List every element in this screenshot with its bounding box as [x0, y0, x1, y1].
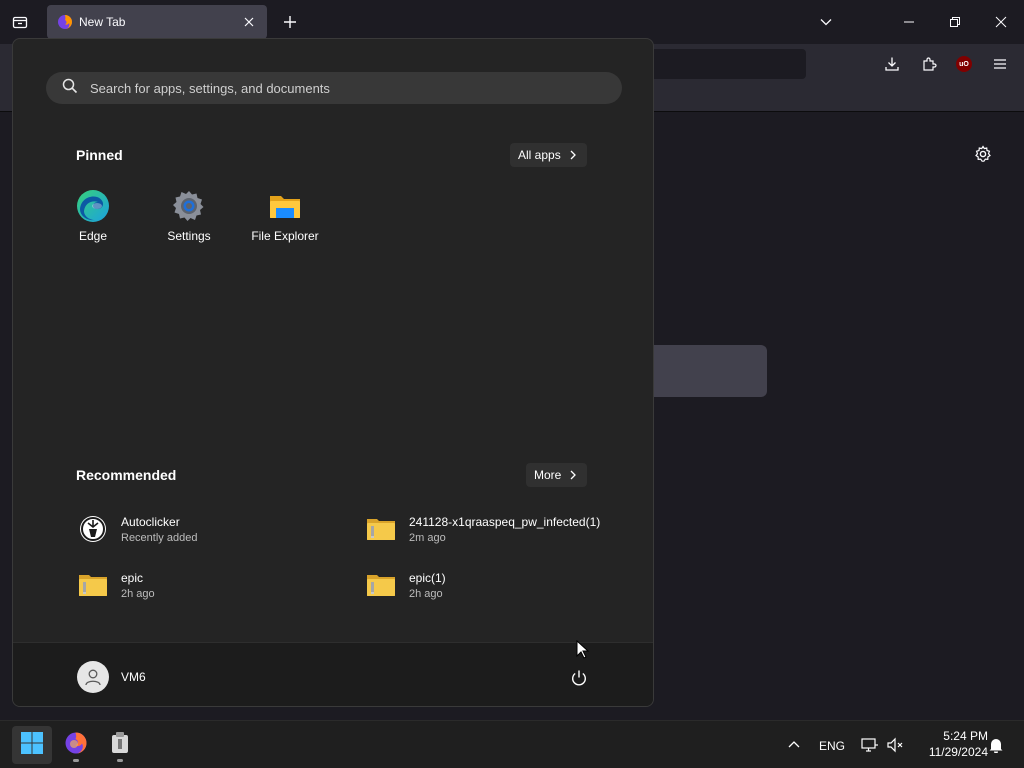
recommended-heading: Recommended [76, 467, 177, 483]
list-all-tabs-icon[interactable] [8, 10, 32, 34]
more-button[interactable]: More [526, 463, 588, 487]
recommended-item-name: epic [121, 570, 144, 585]
pinned-app-label: Settings [167, 229, 211, 243]
show-hidden-icons-chevron-up-icon[interactable] [784, 735, 804, 755]
recommended-item-epic[interactable]: epic 2h ago [77, 565, 337, 605]
volume-muted-icon[interactable] [885, 735, 905, 755]
clock-time: 5:24 PM [943, 729, 988, 743]
all-apps-label: All apps [518, 148, 561, 162]
pinned-app-settings[interactable]: Settings [144, 189, 234, 249]
menu-hamburger-icon[interactable] [988, 52, 1012, 76]
firefox-icon [64, 731, 88, 760]
ublock-badge: uO [956, 56, 972, 72]
recommended-item-subtitle: Recently added [121, 531, 198, 544]
pinned-app-edge[interactable]: Edge [48, 189, 138, 249]
zip-folder-icon [365, 569, 397, 601]
downloads-icon[interactable] [880, 52, 904, 76]
archive-app-icon [109, 731, 131, 760]
clock[interactable]: 5:24 PM 11/29/2024 [912, 728, 988, 760]
taskbar-archive-app[interactable] [100, 726, 140, 764]
minimize-icon[interactable] [895, 8, 923, 36]
recommended-item-subtitle: 2h ago [409, 587, 443, 600]
extensions-puzzle-icon[interactable] [917, 52, 941, 76]
edge-icon [76, 189, 110, 223]
search-icon [62, 78, 78, 99]
recommended-item-epic-1[interactable]: epic(1) 2h ago [365, 565, 625, 605]
windows-logo-icon [20, 731, 44, 760]
zip-folder-icon [77, 569, 109, 601]
tab-title: New Tab [79, 15, 126, 29]
firefox-icon [57, 14, 73, 30]
chevron-down-icon[interactable] [812, 8, 840, 36]
close-window-icon[interactable] [987, 8, 1015, 36]
new-tab-settings-gear-icon[interactable] [972, 143, 994, 165]
start-button[interactable] [12, 726, 52, 764]
zip-folder-icon [365, 513, 397, 545]
chevron-right-icon [569, 470, 579, 480]
taskbar-firefox[interactable] [56, 726, 96, 764]
close-tab-icon[interactable] [241, 14, 257, 30]
recommended-item-archive[interactable]: 241128-x1qraaspeq_pw_infected(1) 2m ago [365, 509, 645, 549]
mouse-cursor-icon [576, 639, 590, 665]
notification-bell-icon[interactable] [986, 735, 1006, 755]
recommended-item-name: 241128-x1qraaspeq_pw_infected(1) [409, 514, 601, 529]
power-icon[interactable] [569, 668, 589, 688]
restore-icon[interactable] [941, 8, 969, 36]
file-explorer-icon [268, 189, 302, 223]
recommended-item-name: Autoclicker [121, 514, 180, 529]
more-label: More [534, 468, 562, 482]
pinned-heading: Pinned [76, 147, 123, 163]
clock-date: 11/29/2024 [928, 745, 988, 759]
ublock-origin-icon[interactable]: uO [952, 52, 976, 76]
pinned-app-label: File Explorer [251, 229, 319, 243]
recommended-item-subtitle: 2m ago [409, 531, 446, 544]
pinned-app-file-explorer[interactable]: File Explorer [240, 189, 330, 249]
start-menu-footer: VM6 [13, 642, 653, 706]
user-name: VM6 [121, 670, 146, 684]
network-monitor-icon[interactable] [860, 735, 880, 755]
tab-new-tab[interactable]: New Tab [47, 5, 267, 39]
start-search-box[interactable]: Search for apps, settings, and documents [46, 72, 622, 104]
running-indicator [73, 759, 79, 762]
pinned-app-label: Edge [78, 229, 108, 243]
recommended-item-name: epic(1) [409, 570, 446, 585]
taskbar: ENG [0, 720, 1024, 768]
chevron-right-icon [569, 150, 579, 160]
running-indicator [117, 759, 123, 762]
autoclicker-icon [77, 513, 109, 545]
all-apps-button[interactable]: All apps [510, 143, 587, 167]
recommended-item-autoclicker[interactable]: Autoclicker Recently added [77, 509, 337, 549]
start-menu: Search for apps, settings, and documents… [12, 38, 654, 707]
avatar [77, 661, 109, 693]
recommended-item-subtitle: 2h ago [121, 587, 155, 600]
language-indicator[interactable]: ENG [819, 739, 845, 753]
new-tab-plus-icon[interactable] [278, 10, 302, 34]
user-account-button[interactable]: VM6 [77, 661, 146, 693]
search-placeholder: Search for apps, settings, and documents [90, 80, 330, 96]
settings-gear-icon [172, 189, 206, 223]
